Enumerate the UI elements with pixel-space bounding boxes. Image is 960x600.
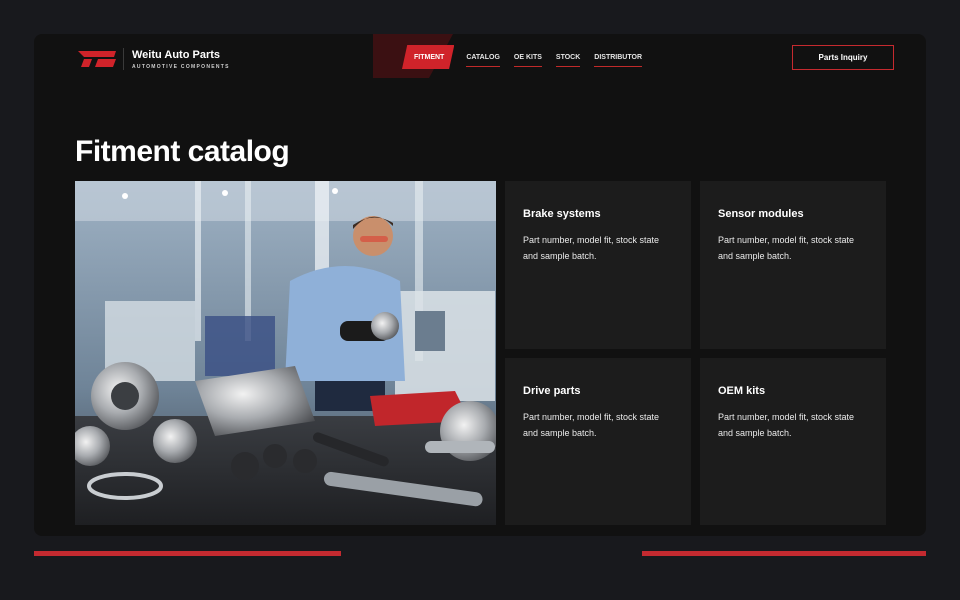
accent-bar-right [642,551,926,556]
parts-inquiry-button[interactable]: Parts Inquiry [792,45,894,70]
nav-item-oe-kits[interactable]: OE KITS [513,45,542,69]
brand-tagline: AUTOMOTIVE COMPONENTS [132,63,230,70]
nav-item-fitment[interactable]: FITMENT [402,45,455,69]
nav-item-label: FITMENT [414,53,445,61]
page-frame: Weitu Auto Parts AUTOMOTIVE COMPONENTS F… [34,34,926,536]
nav-underline [594,66,643,67]
nav-underline [555,66,581,67]
logo-mark-icon [78,51,116,67]
nav-item-distributor[interactable]: DISTRIBUTOR [594,45,643,69]
card-description: Part number, model fit, stock state and … [718,235,855,261]
nav-item-catalog[interactable]: CATALOG [466,45,500,69]
page-title: Fitment catalog [75,135,290,168]
card-title: Drive parts [523,385,581,397]
card-description: Part number, model fit, stock state and … [523,235,660,261]
brand-logo[interactable]: Weitu Auto Parts AUTOMOTIVE COMPONENTS [78,48,230,70]
card-title: OEM kits [718,385,766,397]
nav-item-label: DISTRIBUTOR [594,53,643,61]
logo-text: Weitu Auto Parts AUTOMOTIVE COMPONENTS [132,49,230,70]
nav-underline [466,66,500,67]
card-title: Brake systems [523,208,601,220]
card-description: Part number, model fit, stock state and … [718,412,855,438]
logo-divider [123,48,124,70]
nav-item-label: STOCK [555,53,581,61]
hero-photo [75,181,496,525]
card-title: Sensor modules [718,208,804,220]
main-nav: FITMENT CATALOG OE KITS STOCK DISTRIBUTO… [402,45,656,69]
nav-item-label: CATALOG [466,53,500,61]
category-card-oem-kits[interactable]: OEM kits Part number, model fit, stock s… [700,358,886,525]
category-card-brake-systems[interactable]: Brake systems Part number, model fit, st… [505,181,691,349]
brand-name: Weitu Auto Parts [132,48,221,61]
nav-item-stock[interactable]: STOCK [555,45,581,69]
nav-item-label: OE KITS [513,53,542,61]
card-description: Part number, model fit, stock state and … [523,412,660,438]
category-card-sensor-modules[interactable]: Sensor modules Part number, model fit, s… [700,181,886,349]
accent-bar-left [34,551,341,556]
nav-underline [513,66,542,67]
factory-photo-illustration [75,181,496,525]
category-card-drive-parts[interactable]: Drive parts Part number, model fit, stoc… [505,358,691,525]
